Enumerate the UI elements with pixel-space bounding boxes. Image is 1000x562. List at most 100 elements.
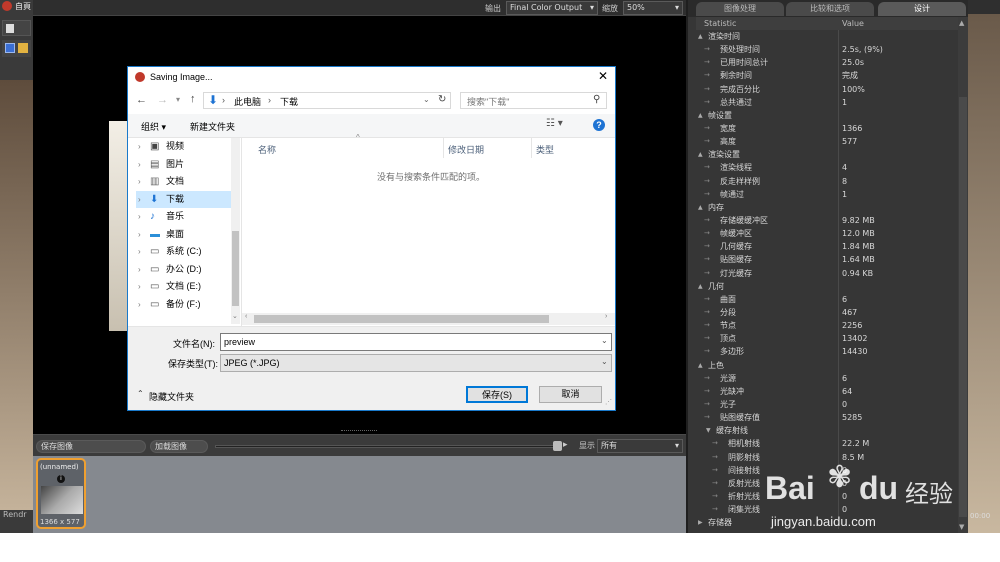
breadcrumb-downloads[interactable]: 下载: [280, 95, 298, 108]
chevron-right-icon[interactable]: ›: [138, 208, 141, 225]
search-box[interactable]: 搜索"下载" ⚲: [460, 92, 607, 109]
address-bar[interactable]: ⬇ › 此电脑 › 下载 ⌄ ↻: [203, 92, 451, 109]
forward-icon[interactable]: →: [157, 94, 168, 106]
tree-item[interactable]: › ⬇ 下载: [136, 190, 231, 208]
organize-button[interactable]: 组织 ▾: [141, 120, 166, 133]
stat-row: → 完成百分比 100%: [696, 82, 958, 96]
horizontal-scrollbar[interactable]: ‹ ›: [242, 313, 615, 325]
horizontal-scrollbar-thumb[interactable]: [254, 315, 549, 323]
recent-dropdown-icon[interactable]: ▾: [176, 95, 180, 104]
column-divider[interactable]: [531, 138, 532, 158]
cancel-button[interactable]: 取消: [539, 386, 602, 403]
chevron-right-icon[interactable]: ›: [138, 138, 141, 155]
stat-row[interactable]: ▲ 帧设置: [696, 108, 958, 122]
folder-icon[interactable]: [18, 43, 28, 53]
stat-row[interactable]: ▲ 几何: [696, 279, 958, 293]
stat-value: 25.0s: [842, 58, 864, 68]
file-list[interactable]: ^ 名称 修改日期 类型 没有与搜索条件匹配的项。 ‹ ›: [242, 133, 615, 326]
column-divider[interactable]: [443, 138, 444, 158]
column-divider: [838, 121, 839, 136]
tree-item[interactable]: › ▭ 文档 (E:): [136, 278, 231, 296]
thumbnail-image: [41, 486, 83, 514]
chevron-right-icon[interactable]: ›: [138, 296, 141, 313]
scroll-down-icon[interactable]: ⌄: [232, 312, 238, 320]
stat-row[interactable]: ▲ 上色: [696, 358, 958, 372]
save-image-button[interactable]: 保存图像: [36, 440, 146, 453]
tree-item[interactable]: › ▣ 视频: [136, 138, 231, 156]
filename-input[interactable]: preview ⌄: [220, 333, 612, 351]
collapse-icon[interactable]: ▲: [698, 201, 703, 214]
show-filter-select[interactable]: 所有 ▾: [597, 439, 683, 453]
tree-item[interactable]: › ▭ 办公 (D:): [136, 261, 231, 279]
chevron-right-icon[interactable]: ›: [138, 156, 141, 173]
view-options-icon[interactable]: ☷ ▾: [546, 118, 563, 129]
column-statistic[interactable]: Statistic: [704, 19, 736, 28]
collapse-icon[interactable]: ▼: [706, 424, 711, 437]
layout-icon[interactable]: [6, 24, 14, 33]
tree-scrollbar-thumb[interactable]: [232, 231, 239, 306]
collapse-icon[interactable]: ▲: [698, 359, 703, 372]
save-icon[interactable]: [5, 43, 15, 53]
tree-item[interactable]: › ▭ 备份 (F:): [136, 296, 231, 314]
column-type[interactable]: 类型: [536, 143, 554, 156]
stat-label: 存储缓缓冲区: [720, 215, 768, 225]
tab-compare-options[interactable]: 比较和选项: [786, 2, 874, 16]
scroll-left-icon[interactable]: ‹: [245, 313, 247, 320]
tree-item[interactable]: › ▭ 系统 (C:): [136, 243, 231, 261]
tree-branch-icon: →: [704, 334, 710, 343]
filetype-select[interactable]: JPEG (*.JPG) ⌄: [220, 354, 612, 372]
resize-grip[interactable]: [341, 430, 377, 433]
refresh-icon[interactable]: ↻: [438, 94, 446, 105]
scroll-up-icon[interactable]: ▲: [959, 19, 964, 27]
tree-item[interactable]: › ▥ 文档: [136, 173, 231, 191]
new-folder-button[interactable]: 新建文件夹: [190, 120, 235, 133]
load-image-button[interactable]: 加载图像: [150, 440, 208, 453]
chevron-right-icon[interactable]: ›: [138, 278, 141, 295]
up-icon[interactable]: ↑: [190, 93, 196, 105]
chevron-down-icon[interactable]: ⌄: [601, 357, 608, 366]
timeline-slider[interactable]: [215, 445, 557, 448]
chevron-down-icon[interactable]: ⌄: [601, 336, 608, 345]
collapse-icon[interactable]: ▲: [698, 280, 703, 293]
thumbnail-card[interactable]: (unnamed) i 1366 x 577: [36, 458, 86, 529]
zoom-select[interactable]: 50% ▾: [623, 1, 683, 15]
stat-row[interactable]: ▲ 渲染时间: [696, 30, 958, 44]
drive-icon: ▭: [150, 281, 160, 292]
stat-row: → 剩余时间 完成: [696, 69, 958, 83]
breadcrumb-this-pc[interactable]: 此电脑: [234, 95, 261, 108]
scroll-right-icon[interactable]: ›: [605, 313, 607, 320]
collapse-icon[interactable]: ▲: [698, 109, 703, 122]
collapse-icon[interactable]: ▲: [698, 30, 703, 43]
stat-row[interactable]: ▲ 渲染设置: [696, 148, 958, 162]
tree-item[interactable]: › ▬ 桌面: [136, 226, 231, 244]
save-button[interactable]: 保存(S): [466, 386, 528, 403]
timeline-slider-handle[interactable]: [553, 441, 562, 451]
column-name[interactable]: 名称: [258, 143, 276, 156]
tab-image-processing[interactable]: 图像处理: [696, 2, 784, 16]
back-icon[interactable]: ←: [136, 94, 147, 106]
output-select[interactable]: Final Color Output ▾: [506, 1, 598, 15]
expand-icon[interactable]: ▶: [698, 516, 703, 529]
expand-icon[interactable]: ▸: [563, 440, 568, 450]
tree-scrollbar[interactable]: ⌄: [231, 138, 240, 324]
chevron-up-icon[interactable]: ⌃: [137, 389, 144, 398]
chevron-right-icon[interactable]: ›: [138, 226, 141, 243]
help-icon[interactable]: ?: [593, 119, 605, 131]
chevron-right-icon[interactable]: ›: [138, 261, 141, 278]
tab-design[interactable]: 设计: [878, 2, 966, 16]
chevron-right-icon[interactable]: ›: [138, 191, 141, 208]
chevron-right-icon[interactable]: ›: [138, 173, 141, 190]
tree-item[interactable]: › ▤ 图片: [136, 156, 231, 174]
stat-row[interactable]: ▲ 内存: [696, 200, 958, 214]
close-icon[interactable]: ✕: [598, 69, 608, 83]
collapse-icon[interactable]: ▲: [698, 148, 703, 161]
tree-item[interactable]: › ♪ 音乐: [136, 208, 231, 226]
output-label: 输出: [485, 4, 501, 13]
chevron-down-icon[interactable]: ⌄: [423, 95, 430, 104]
column-date[interactable]: 修改日期: [448, 143, 484, 156]
column-value[interactable]: Value: [842, 19, 864, 28]
chevron-right-icon[interactable]: ›: [138, 243, 141, 260]
hide-folders-toggle[interactable]: 隐藏文件夹: [149, 390, 194, 403]
stat-row[interactable]: ▼ 缓存射线: [696, 424, 958, 438]
resize-grip-icon[interactable]: ⋰: [605, 398, 612, 406]
